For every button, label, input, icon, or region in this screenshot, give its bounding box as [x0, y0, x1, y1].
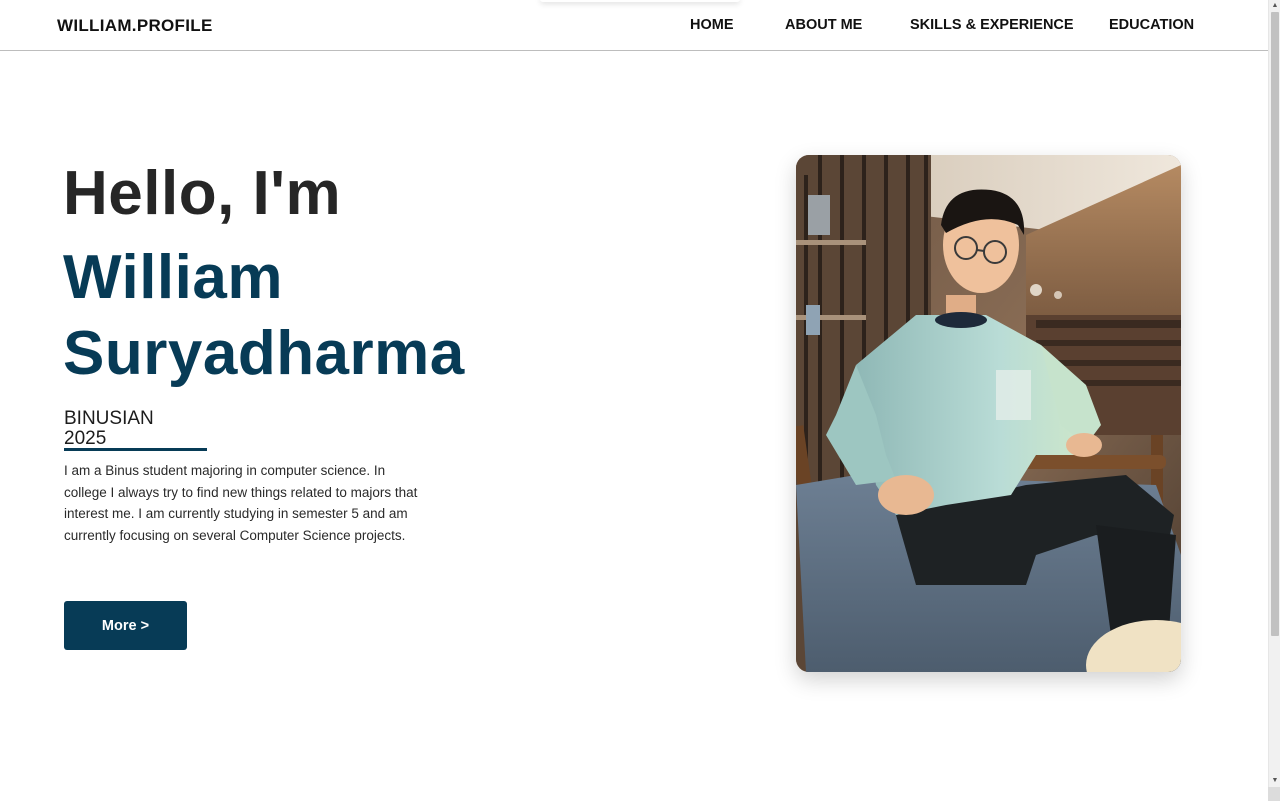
- hero-greeting: Hello, I'm: [63, 159, 342, 228]
- hero-first-name: William: [63, 243, 283, 312]
- hero-tagline-line1: BINUSIAN: [64, 408, 154, 429]
- nav-link-education[interactable]: EDUCATION: [1109, 17, 1194, 33]
- profile-photo: [796, 155, 1181, 672]
- nav-links: HOME ABOUT ME SKILLS & EXPERIENCE EDUCAT…: [0, 17, 1268, 37]
- profile-photo-illustration: [796, 155, 1181, 672]
- scroll-down-icon[interactable]: ▼: [1269, 775, 1280, 787]
- vertical-scrollbar[interactable]: ▲ ▼: [1268, 0, 1280, 787]
- page-viewport: WILLIAM.PROFILE HOME ABOUT ME SKILLS & E…: [0, 0, 1268, 787]
- vertical-scroll-thumb[interactable]: [1271, 12, 1279, 636]
- nav-link-home[interactable]: HOME: [690, 17, 734, 33]
- nav-link-about-me[interactable]: ABOUT ME: [785, 17, 862, 33]
- scrollbar-corner: [1268, 787, 1280, 801]
- more-button[interactable]: More >: [64, 601, 187, 650]
- hero-bio: I am a Binus student majoring in compute…: [64, 463, 418, 543]
- nav-link-skills-experience[interactable]: SKILLS & EXPERIENCE: [910, 17, 1074, 33]
- hero-tagline: BINUSIAN 2025: [64, 409, 154, 449]
- navbar: WILLIAM.PROFILE HOME ABOUT ME SKILLS & E…: [0, 0, 1268, 51]
- hero-last-name: Suryadharma: [63, 319, 465, 388]
- scroll-up-icon[interactable]: ▲: [1269, 0, 1280, 12]
- tagline-underline: [64, 448, 207, 451]
- hero-tagline-line2: 2025: [64, 428, 107, 449]
- nav-shadow-decoration: [540, 0, 740, 2]
